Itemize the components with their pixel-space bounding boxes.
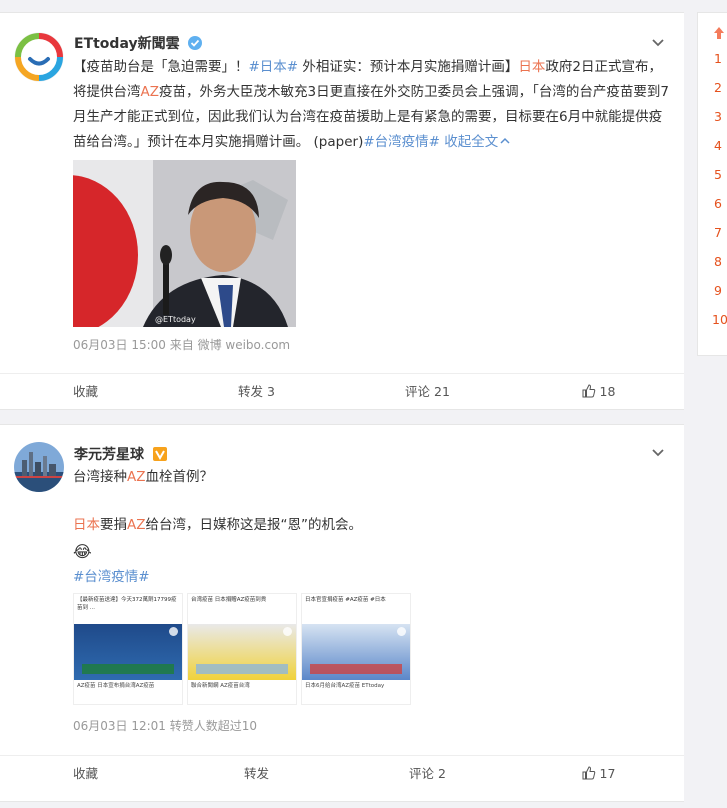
- chevron-down-icon[interactable]: [650, 34, 666, 50]
- hot-search-panel: 1 2 3 4 5 6 7 8 9 10: [697, 12, 727, 356]
- thumbnail-headline: 【最新疫苗送達】今天372萬劑17799疫苗到 ...: [77, 597, 177, 611]
- post-text: 【疫苗助台是「急迫需要」！#日本# 外相证实：预计本月实施捐赠计画】日本政府2日…: [73, 55, 673, 155]
- repost-button[interactable]: 转发: [171, 756, 342, 791]
- chevron-down-icon[interactable]: [650, 444, 666, 460]
- text-segment: 外相证实：预计本月实施捐赠计画】: [298, 59, 519, 75]
- chevron-up-icon[interactable]: [498, 134, 510, 150]
- avatar[interactable]: [14, 32, 64, 82]
- action-bar: 收藏 转发 3 评论 21 18: [0, 373, 684, 409]
- hot-search-rank[interactable]: 10: [712, 312, 727, 327]
- thumbnail-photo: [188, 624, 296, 680]
- post-meta: 06月03日 15:00 来自 微博 weibo.com: [73, 338, 291, 352]
- thumbnail-headline: 日本官宣捐疫苗 #AZ疫苗 #日本: [305, 597, 386, 603]
- keyword-highlight: AZ: [140, 84, 159, 100]
- hot-search-rank[interactable]: 3: [714, 109, 722, 124]
- laughing-emoji: 😂: [73, 542, 92, 561]
- repost-button[interactable]: 转发 3: [171, 374, 342, 409]
- favorite-button[interactable]: 收藏: [0, 374, 171, 409]
- thumbnail-caption: AZ疫苗 日本宣布捐台湾AZ疫苗: [77, 683, 155, 689]
- hot-search-icon: [712, 25, 726, 44]
- verified-badge-icon: [152, 447, 167, 465]
- keyword-highlight: 日本: [73, 517, 100, 533]
- author-name-text[interactable]: ETtoday新聞雲: [74, 36, 180, 52]
- thumbnail-caption: 日本6月给台湾AZ疫苗 ETtoday: [305, 683, 385, 689]
- text-segment: 台湾接种: [73, 469, 127, 485]
- keyword-highlight: AZ: [127, 517, 146, 533]
- author-name[interactable]: 李元芳星球: [74, 444, 167, 465]
- like-count: 17: [599, 766, 616, 781]
- thumbs-up-icon: [582, 374, 596, 410]
- hashtag-link[interactable]: #台湾疫情#: [363, 134, 440, 150]
- author-name-text[interactable]: 李元芳星球: [74, 447, 144, 463]
- text-segment: 【疫苗助台是「急迫需要」！: [73, 59, 249, 75]
- weibo-post-card: 李元芳星球 台湾接种AZ血栓首例？ 日本要捐AZ给台湾，日媒称这是报“恩”的机会…: [0, 424, 684, 802]
- post-text-line: 日本要捐AZ给台湾，日媒称这是报“恩”的机会。: [73, 513, 673, 538]
- post-meta: 06月03日 12:01 转赞人数超过10: [73, 719, 258, 733]
- hot-search-rank[interactable]: 9: [714, 283, 722, 298]
- hot-search-rank[interactable]: 2: [714, 80, 722, 95]
- image-watermark: @ETtoday: [155, 315, 196, 324]
- like-button[interactable]: 17: [513, 756, 684, 791]
- thumbs-up-icon: [582, 756, 596, 792]
- comment-button[interactable]: 评论 21: [342, 374, 513, 409]
- avatar[interactable]: [14, 442, 64, 492]
- hot-search-rank[interactable]: 4: [714, 138, 722, 153]
- hot-search-rank[interactable]: 8: [714, 254, 722, 269]
- post-thumbnail[interactable]: 日本官宣捐疫苗 #AZ疫苗 #日本 日本6月给台湾AZ疫苗 ETtoday: [301, 593, 411, 705]
- hot-search-rank[interactable]: 7: [714, 225, 722, 240]
- post-thumbnail[interactable]: 【最新疫苗送達】今天372萬劑17799疫苗到 ... AZ疫苗 日本宣布捐台湾A…: [73, 593, 183, 705]
- thumbnail-caption: 聯合新聞網 AZ疫苗台湾: [191, 683, 250, 689]
- thumbnail-photo: [74, 624, 182, 680]
- keyword-highlight: AZ: [127, 469, 146, 485]
- weibo-post-card: ETtoday新聞雲 【疫苗助台是「急迫需要」！#日本# 外相证实：预计本月实施…: [0, 12, 684, 410]
- thumbnail-photo: [302, 624, 410, 680]
- hot-search-rank[interactable]: 6: [714, 196, 722, 211]
- hashtag-link[interactable]: #台湾疫情#: [73, 565, 673, 590]
- hot-search-rank[interactable]: 1: [714, 51, 722, 66]
- like-button[interactable]: 18: [513, 374, 684, 409]
- post-text-line: 台湾接种AZ血栓首例？: [73, 465, 673, 490]
- hot-search-rank[interactable]: 5: [714, 167, 722, 182]
- post-thumbnail[interactable]: 台湾疫苗 日本捐贈AZ疫苗到貨 聯合新聞網 AZ疫苗台湾: [187, 593, 297, 705]
- hashtag-link[interactable]: #日本#: [249, 59, 299, 75]
- keyword-highlight: 日本: [518, 59, 546, 75]
- verified-badge-icon: [188, 36, 203, 54]
- action-bar: 收藏 转发 评论 2 17: [0, 755, 684, 791]
- text-segment: 要捐: [100, 517, 127, 533]
- text-segment: 给台湾，日媒称这是报“恩”的机会。: [145, 517, 362, 533]
- author-name[interactable]: ETtoday新聞雲: [74, 33, 203, 54]
- like-count: 18: [599, 384, 616, 399]
- hashtag-link[interactable]: 收起全文: [440, 134, 498, 150]
- text-segment: 血栓首例？: [145, 469, 213, 485]
- post-image[interactable]: @ETtoday: [73, 160, 296, 327]
- thumbnail-headline: 台湾疫苗 日本捐贈AZ疫苗到貨: [191, 597, 267, 603]
- favorite-button[interactable]: 收藏: [0, 756, 171, 791]
- comment-button[interactable]: 评论 2: [342, 756, 513, 791]
